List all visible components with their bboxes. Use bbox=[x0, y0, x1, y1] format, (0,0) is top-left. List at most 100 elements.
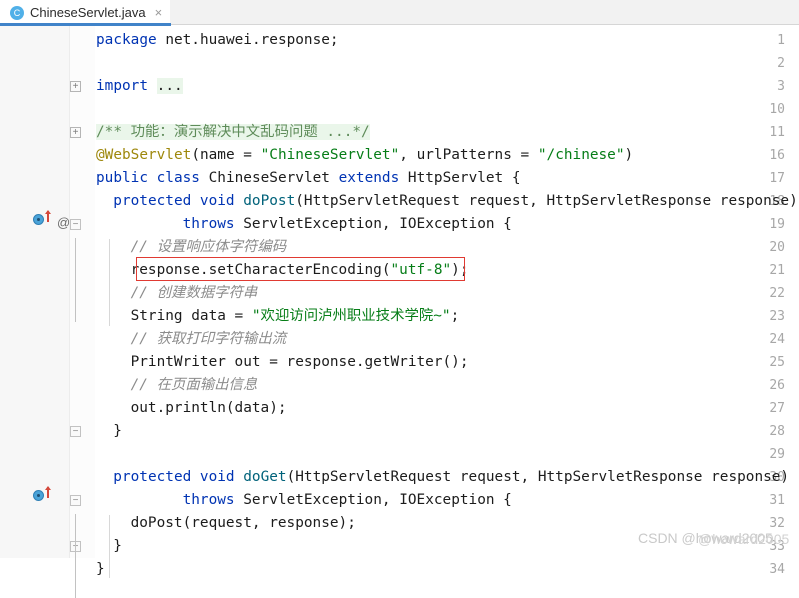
code-line[interactable]: 28} bbox=[0, 420, 799, 443]
fold-collapse-icon[interactable]: − bbox=[70, 219, 81, 230]
code-line-text[interactable]: // 获取打印字符输出流 bbox=[131, 328, 287, 351]
line-number: 28 bbox=[769, 424, 785, 439]
code-token: response.setCharacterEncoding( bbox=[130, 262, 391, 278]
code-token: ; bbox=[450, 308, 460, 324]
code-token: out.println(data); bbox=[130, 400, 287, 416]
code-line[interactable]: 34} bbox=[0, 558, 799, 581]
code-line[interactable]: 16 @WebServlet(name = "ChineseServlet", u… bbox=[0, 144, 799, 167]
code-token: @WebServlet bbox=[96, 147, 192, 163]
code-token: } bbox=[113, 423, 122, 439]
code-token: public class bbox=[96, 170, 209, 186]
code-line-text[interactable]: // 设置响应体字符编码 bbox=[131, 236, 287, 259]
code-line-text[interactable]: import ... bbox=[96, 75, 183, 98]
code-token: "utf-8" bbox=[390, 262, 452, 278]
line-number: 1 bbox=[777, 33, 785, 48]
annotation-marker-icon[interactable]: @ bbox=[57, 216, 70, 229]
line-number: 17 bbox=[769, 171, 785, 186]
code-line-text[interactable]: protected void doPost(HttpServletRequest… bbox=[113, 190, 797, 213]
code-line-text[interactable]: out.println(data); bbox=[131, 397, 287, 420]
line-number: 16 bbox=[769, 148, 785, 163]
code-line[interactable]: 30 protected void doGet(HttpServletReques… bbox=[0, 466, 799, 489]
code-line[interactable]: 31 throws ServletException, IOException … bbox=[0, 489, 799, 512]
code-token: HttpServlet { bbox=[407, 170, 521, 186]
code-line[interactable]: 3 import ... bbox=[0, 75, 799, 98]
code-line[interactable]: 19 throws ServletException, IOException … bbox=[0, 213, 799, 236]
code-token: ... bbox=[156, 78, 183, 94]
code-line-text[interactable]: package net.huawei.response; bbox=[96, 29, 339, 52]
line-number: 26 bbox=[769, 378, 785, 393]
code-token: (name = bbox=[191, 147, 261, 163]
indent-guide bbox=[109, 239, 110, 326]
code-token: ServletException, IOException { bbox=[243, 492, 512, 508]
fold-collapse-icon[interactable]: − bbox=[70, 426, 81, 437]
code-token: ); bbox=[451, 262, 469, 278]
code-token: ChineseServlet bbox=[208, 170, 339, 186]
code-line[interactable]: 24 // 获取打印字符输出流 bbox=[0, 328, 799, 351]
code-line[interactable]: 23 String data = "欢迎访问泸州职业技术学院~"; bbox=[0, 305, 799, 328]
code-line[interactable]: 27 out.println(data); bbox=[0, 397, 799, 420]
code-line-text[interactable]: } bbox=[113, 420, 122, 443]
code-line-text[interactable]: // 在页面输出信息 bbox=[131, 374, 258, 397]
code-line[interactable]: 1 package net.huawei.response; bbox=[0, 29, 799, 52]
code-line[interactable]: 18 protected void doPost(HttpServletReque… bbox=[0, 190, 799, 213]
code-token: extends bbox=[338, 170, 408, 186]
code-line-text[interactable]: // 创建数据字符串 bbox=[131, 282, 258, 305]
editor-tab-chineseservlet[interactable]: C ChineseServlet.java × bbox=[0, 0, 171, 25]
code-line-text[interactable]: String data = "欢迎访问泸州职业技术学院~"; bbox=[131, 305, 460, 328]
code-line[interactable]: 29 bbox=[0, 443, 799, 466]
code-line[interactable]: 20 // 设置响应体字符编码 bbox=[0, 236, 799, 259]
code-token: doGet bbox=[243, 469, 287, 485]
code-line-text[interactable]: doPost(request, response); bbox=[131, 512, 356, 535]
code-line[interactable]: 26 // 在页面输出信息 bbox=[0, 374, 799, 397]
code-line[interactable]: 21 response.setCharacterEncoding("utf-8")… bbox=[0, 259, 799, 282]
override-method-icon[interactable] bbox=[33, 490, 44, 501]
line-number: 20 bbox=[769, 240, 785, 255]
code-line[interactable]: 22 // 创建数据字符串 bbox=[0, 282, 799, 305]
code-token: protected void bbox=[113, 193, 244, 209]
code-line-text[interactable]: @WebServlet(name = "ChineseServlet", url… bbox=[96, 144, 633, 167]
code-token: // 获取打印字符输出流 bbox=[130, 331, 287, 347]
code-line[interactable]: 10 bbox=[0, 98, 799, 121]
code-token: ServletException, IOException { bbox=[243, 216, 512, 232]
fold-expand-icon[interactable]: + bbox=[70, 127, 81, 138]
editor-tab-label: ChineseServlet.java bbox=[30, 5, 146, 20]
code-token: , urlPatterns = bbox=[399, 147, 538, 163]
code-line-text[interactable]: } bbox=[113, 535, 122, 558]
ide-window: C ChineseServlet.java × 1 package net.hua… bbox=[0, 0, 799, 598]
line-number: 21 bbox=[769, 263, 785, 278]
fold-collapse-icon[interactable]: − bbox=[70, 495, 81, 506]
line-number: 19 bbox=[769, 217, 785, 232]
code-token: } bbox=[113, 538, 122, 554]
code-line-text[interactable]: public class ChineseServlet extends Http… bbox=[96, 167, 521, 190]
close-icon[interactable]: × bbox=[155, 5, 163, 20]
line-number: 25 bbox=[769, 355, 785, 370]
code-token: } bbox=[96, 561, 105, 577]
code-token: ) bbox=[624, 147, 634, 163]
fold-expand-icon[interactable]: + bbox=[70, 81, 81, 92]
code-token: /** 功能：演示解决中文乱码问题 ...*/ bbox=[96, 124, 370, 140]
code-line-text[interactable]: /** 功能：演示解决中文乱码问题 ...*/ bbox=[96, 121, 370, 144]
line-number: 24 bbox=[769, 332, 785, 347]
code-line-text[interactable]: throws ServletException, IOException { bbox=[113, 489, 512, 512]
override-method-icon[interactable] bbox=[33, 214, 44, 225]
code-line-text[interactable]: protected void doGet(HttpServletRequest … bbox=[113, 466, 789, 489]
code-token: // 设置响应体字符编码 bbox=[130, 239, 287, 255]
code-line[interactable]: 2 bbox=[0, 52, 799, 75]
line-number: 27 bbox=[769, 401, 785, 416]
code-token: doPost bbox=[243, 193, 296, 209]
code-token: (HttpServletRequest request, HttpServlet… bbox=[295, 193, 798, 209]
code-line-text[interactable]: PrintWriter out = response.getWriter(); bbox=[131, 351, 469, 374]
code-line-text[interactable]: response.setCharacterEncoding("utf-8"); bbox=[131, 259, 469, 282]
line-number: 10 bbox=[769, 102, 785, 117]
code-editor[interactable]: 1 package net.huawei.response; 2 3 import ..… bbox=[0, 26, 799, 598]
code-lines-container[interactable]: 1 package net.huawei.response; 2 3 import ..… bbox=[0, 26, 799, 577]
code-line[interactable]: 11 /** 功能：演示解决中文乱码问题 ...*/ bbox=[0, 121, 799, 144]
code-token: doPost(request, response); bbox=[130, 515, 356, 531]
code-token: // 在页面输出信息 bbox=[130, 377, 258, 393]
code-token: throws bbox=[113, 492, 244, 508]
code-line-text[interactable]: throws ServletException, IOException { bbox=[113, 213, 512, 236]
code-line[interactable]: 17 public class ChineseServlet extends Ht… bbox=[0, 167, 799, 190]
code-line-text[interactable]: } bbox=[96, 558, 105, 581]
code-line[interactable]: 25 PrintWriter out = response.getWriter()… bbox=[0, 351, 799, 374]
line-number: 31 bbox=[769, 493, 785, 508]
